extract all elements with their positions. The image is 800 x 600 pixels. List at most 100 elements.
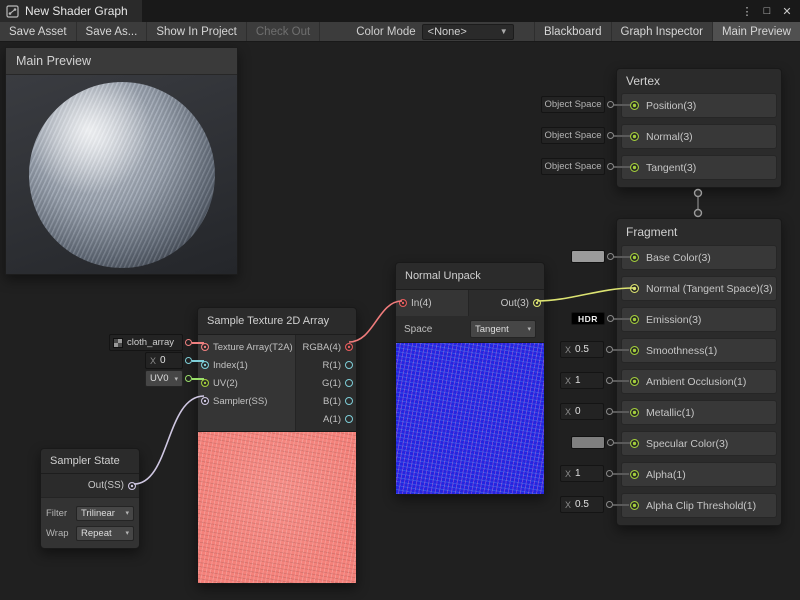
r-output-port[interactable] — [345, 361, 353, 369]
blackboard-toggle[interactable]: Blackboard — [534, 22, 611, 41]
menu-icon[interactable]: ⋮ — [738, 2, 756, 20]
block-normal[interactable]: Normal(3) — [621, 124, 777, 149]
block-label: Alpha Clip Threshold(1) — [646, 500, 756, 512]
main-preview-viewport[interactable] — [6, 75, 237, 274]
toolbar: Save Asset Save As... Show In Project Ch… — [0, 22, 800, 42]
node-normal-unpack[interactable]: Normal Unpack In(4) Out(3) Space Tangent… — [395, 262, 545, 495]
metallic-port[interactable] — [630, 408, 639, 417]
port-row-sampler: Sampler(SS) — [198, 392, 295, 410]
ambient-occlusion-port[interactable] — [630, 377, 639, 386]
wrap-dropdown[interactable]: Repeat ▾ — [76, 526, 134, 541]
filter-row: Filter Trilinear ▾ — [46, 504, 134, 522]
texture-thumbnail-icon — [113, 338, 123, 348]
tangent-port[interactable] — [630, 163, 639, 172]
main-preview-toggle[interactable]: Main Preview — [712, 22, 800, 41]
out-port[interactable] — [533, 299, 541, 307]
save-asset-button[interactable]: Save Asset — [0, 22, 77, 41]
block-label: Base Color(3) — [646, 252, 711, 264]
normal-map-preview — [396, 342, 544, 494]
block-label: Normal(3) — [646, 131, 693, 143]
filter-dropdown[interactable]: Trilinear ▾ — [76, 506, 134, 521]
color-swatch[interactable] — [571, 250, 605, 263]
normal-port[interactable] — [630, 132, 639, 141]
block-tangent[interactable]: Tangent(3) — [621, 155, 777, 180]
position-port[interactable] — [630, 101, 639, 110]
sampler-state-title: Sampler State — [41, 449, 139, 473]
smoothness-port[interactable] — [630, 346, 639, 355]
color-swatch[interactable] — [571, 436, 605, 449]
maximize-icon[interactable]: □ — [758, 2, 776, 20]
color-mode-label: Color Mode — [320, 26, 421, 38]
wrap-row: Wrap Repeat ▾ — [46, 524, 134, 542]
normal-space-widget: Object Space — [541, 127, 630, 144]
edge-samplerstate-sampler[interactable] — [134, 396, 204, 484]
space-dropdown[interactable]: Object Space — [541, 127, 605, 144]
block-normal-tangent[interactable]: Normal (Tangent Space)(3) — [621, 276, 777, 301]
float-field[interactable]: X 0.5 — [560, 341, 604, 358]
float-field[interactable]: X 1 — [560, 372, 604, 389]
main-preview-title: Main Preview — [16, 54, 91, 68]
sample-node-title: Sample Texture 2D Array — [198, 308, 356, 334]
block-base-color[interactable]: Base Color(3) — [621, 245, 777, 270]
graph-canvas[interactable]: Main Preview Vertex Position(3) Normal(3… — [0, 42, 800, 600]
port-row-texture-array: Texture Array(T2A) — [198, 338, 295, 356]
block-smoothness[interactable]: Smoothness(1) — [621, 338, 777, 363]
block-alpha[interactable]: Alpha(1) — [621, 462, 777, 487]
block-label: Tangent(3) — [646, 162, 696, 174]
space-row: Space Tangent ▾ — [396, 316, 544, 342]
normal-tangent-port[interactable] — [630, 284, 639, 293]
block-label: Smoothness(1) — [646, 345, 717, 357]
block-alpha-clip-threshold[interactable]: Alpha Clip Threshold(1) — [621, 493, 777, 518]
space-dropdown[interactable]: Object Space — [541, 158, 605, 175]
float-field[interactable]: X 0.5 — [560, 496, 604, 513]
main-preview-panel[interactable]: Main Preview — [5, 47, 238, 275]
alpha-port[interactable] — [630, 470, 639, 479]
uv-channel-dropdown[interactable]: UV0 ▾ — [145, 370, 183, 387]
texture-array-widget: cloth_array — [109, 334, 204, 351]
block-label: Position(3) — [646, 100, 696, 112]
base-color-widget — [571, 248, 630, 265]
rgba-output-port[interactable] — [345, 343, 353, 351]
node-vertex[interactable]: Vertex Position(3) Normal(3) Tangent(3) — [616, 68, 782, 188]
specular-color-port[interactable] — [630, 439, 639, 448]
window-tab[interactable]: New Shader Graph — [0, 0, 142, 22]
uv-channel-widget: UV0 ▾ — [145, 370, 204, 387]
block-position[interactable]: Position(3) — [621, 93, 777, 118]
show-in-project-button[interactable]: Show In Project — [147, 22, 247, 41]
hdr-color-field[interactable]: HDR — [571, 312, 605, 325]
g-output-port[interactable] — [345, 379, 353, 387]
widget-port — [607, 163, 614, 170]
tangent-space-widget: Object Space — [541, 158, 630, 175]
in-port[interactable] — [399, 299, 407, 307]
save-as-button[interactable]: Save As... — [77, 22, 148, 41]
index-widget: X 0 — [145, 352, 204, 369]
space-label: Space — [404, 324, 432, 335]
base-color-port[interactable] — [630, 253, 639, 262]
graph-inspector-toggle[interactable]: Graph Inspector — [611, 22, 712, 41]
block-ambient-occlusion[interactable]: Ambient Occlusion(1) — [621, 369, 777, 394]
float-field[interactable]: X 0 — [145, 352, 183, 369]
block-emission[interactable]: Emission(3) — [621, 307, 777, 332]
sampler-input-port[interactable] — [201, 397, 209, 405]
main-preview-header[interactable]: Main Preview — [6, 48, 237, 75]
alpha-widget: X 1 — [560, 465, 629, 482]
block-metallic[interactable]: Metallic(1) — [621, 400, 777, 425]
node-sample-texture-2d-array[interactable]: Sample Texture 2D Array Texture Array(T2… — [197, 307, 357, 584]
float-field[interactable]: X 1 — [560, 465, 604, 482]
block-specular-color[interactable]: Specular Color(3) — [621, 431, 777, 456]
close-icon[interactable]: ✕ — [778, 2, 796, 20]
node-fragment[interactable]: Fragment Base Color(3) Normal (Tangent S… — [616, 218, 782, 526]
float-field[interactable]: X 0 — [560, 403, 604, 420]
a-output-port[interactable] — [345, 415, 353, 423]
space-dropdown[interactable]: Object Space — [541, 96, 605, 113]
out-ss-port[interactable] — [128, 482, 136, 490]
alpha-clip-port[interactable] — [630, 501, 639, 510]
node-sampler-state[interactable]: Sampler State Out(SS) Filter Trilinear ▾… — [40, 448, 140, 549]
emission-port[interactable] — [630, 315, 639, 324]
position-space-widget: Object Space — [541, 96, 630, 113]
color-mode-dropdown[interactable]: <None> ▼ — [422, 24, 514, 40]
block-label: Emission(3) — [646, 314, 701, 326]
texture-object-field[interactable]: cloth_array — [109, 334, 183, 351]
b-output-port[interactable] — [345, 397, 353, 405]
space-dropdown[interactable]: Tangent ▾ — [470, 320, 536, 338]
